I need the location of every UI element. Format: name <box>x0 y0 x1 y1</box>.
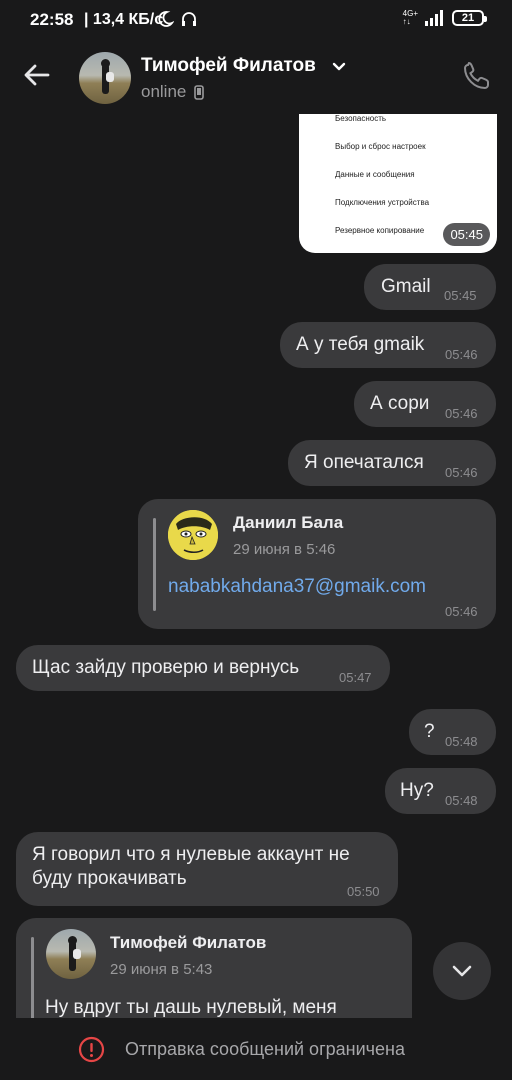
settings-item: Данные и сообщения <box>335 170 415 179</box>
message-time: 05:45 <box>444 288 477 303</box>
outgoing-message[interactable]: ? 05:48 <box>409 709 496 755</box>
status-time: 22:58 <box>30 10 74 29</box>
outgoing-message[interactable]: Я опечатался 05:46 <box>288 440 496 486</box>
forward-bar <box>153 518 156 611</box>
message-text: Щас зайду проверю и вернусь <box>32 657 300 678</box>
forwarded-message[interactable]: Даниил Бала 29 июня в 5:46 nababkahdana3… <box>138 499 496 629</box>
forward-bar <box>31 937 34 1018</box>
email-link[interactable]: nababkahdana37@gmaik.com <box>168 575 426 599</box>
online-status: online <box>141 82 187 101</box>
battery-level: 21 <box>461 11 475 24</box>
chat-header: Тимофей Филатов online <box>0 40 512 114</box>
mobile-device-icon <box>194 84 205 100</box>
message-time: 05:46 <box>445 406 478 421</box>
restriction-text: Отправка сообщений ограничена <box>125 1039 405 1059</box>
signal-icon <box>425 10 443 26</box>
forward-date: 29 июня в 5:46 <box>233 541 336 558</box>
message-time: 05:50 <box>347 884 380 899</box>
message-time: 05:48 <box>445 734 478 749</box>
restriction-banner: Отправка сообщений ограничена <box>0 1018 512 1080</box>
contact-name[interactable]: Тимофей Филатов <box>141 55 316 77</box>
network-speed: | 13,4 КБ/с <box>84 11 164 28</box>
phone-icon[interactable] <box>461 60 493 92</box>
message-text: Я говорил что я нулевые аккаунт не буду … <box>32 844 350 889</box>
settings-item: Выбор и сброс настроек <box>335 142 426 151</box>
outgoing-message[interactable]: А сори 05:46 <box>354 381 496 427</box>
message-text: А у тебя gmaik <box>296 334 425 355</box>
moon-icon <box>158 11 174 27</box>
outgoing-message[interactable]: Ну? 05:48 <box>385 768 496 814</box>
settings-item: Резервное копирование <box>335 226 425 235</box>
status-bar: 22:58 | 13,4 КБ/с 4G+ ↑↓ 21 <box>0 0 512 40</box>
incoming-message[interactable]: Щас зайду проверю и вернусь 05:47 <box>16 645 390 691</box>
status-icons <box>156 10 198 28</box>
status-right: 4G+ ↑↓ 21 <box>403 10 487 26</box>
cartoon-face-icon <box>168 510 218 560</box>
outgoing-message[interactable]: Gmail 05:45 <box>364 264 496 310</box>
message-text: Gmail <box>381 276 431 297</box>
forward-author-avatar[interactable] <box>46 929 96 979</box>
message-text: ? <box>424 721 435 742</box>
message-time: 05:46 <box>445 465 478 480</box>
contact-avatar[interactable] <box>79 52 131 104</box>
battery-icon: 21 <box>452 10 487 26</box>
chevron-down-icon <box>452 965 472 977</box>
settings-item: Безопасность <box>335 114 387 123</box>
warning-icon <box>78 1036 105 1063</box>
message-text: Ну? <box>400 780 434 801</box>
message-time: 05:45 <box>443 223 490 246</box>
message-list[interactable]: Безопасность Выбор и сброс настроек Данн… <box>0 114 512 1018</box>
back-arrow-icon[interactable] <box>20 58 54 92</box>
message-time: 05:46 <box>445 347 478 362</box>
forward-author-name[interactable]: Даниил Бала <box>233 513 343 533</box>
headphones-icon <box>182 12 196 26</box>
forwarded-message[interactable]: Тимофей Филатов 29 июня в 5:43 Ну вдруг … <box>16 918 412 1018</box>
chevron-down-icon[interactable] <box>331 60 347 74</box>
forward-author-name[interactable]: Тимофей Филатов <box>110 933 266 953</box>
contact-status: online <box>141 82 205 102</box>
settings-item: Подключения устройства <box>335 198 430 207</box>
scroll-to-bottom-button[interactable] <box>433 942 491 1000</box>
forward-date: 29 июня в 5:43 <box>110 961 213 978</box>
incoming-message[interactable]: Я говорил что я нулевые аккаунт не буду … <box>16 832 398 906</box>
screenshot-image-message[interactable]: Безопасность Выбор и сброс настроек Данн… <box>299 114 497 253</box>
message-text: Ну вдруг ты дашь нулевый, меня <box>45 997 337 1018</box>
message-time: 05:48 <box>445 793 478 808</box>
message-time: 05:46 <box>445 604 478 619</box>
data-arrows-icon: ↑↓ <box>402 17 411 26</box>
message-text: А сори <box>370 393 430 414</box>
forward-author-avatar[interactable] <box>168 510 218 560</box>
message-time: 05:47 <box>339 670 372 685</box>
outgoing-message[interactable]: А у тебя gmaik 05:46 <box>280 322 496 368</box>
message-text: Я опечатался <box>304 452 424 473</box>
network-type: 4G+ ↑↓ <box>403 10 418 26</box>
